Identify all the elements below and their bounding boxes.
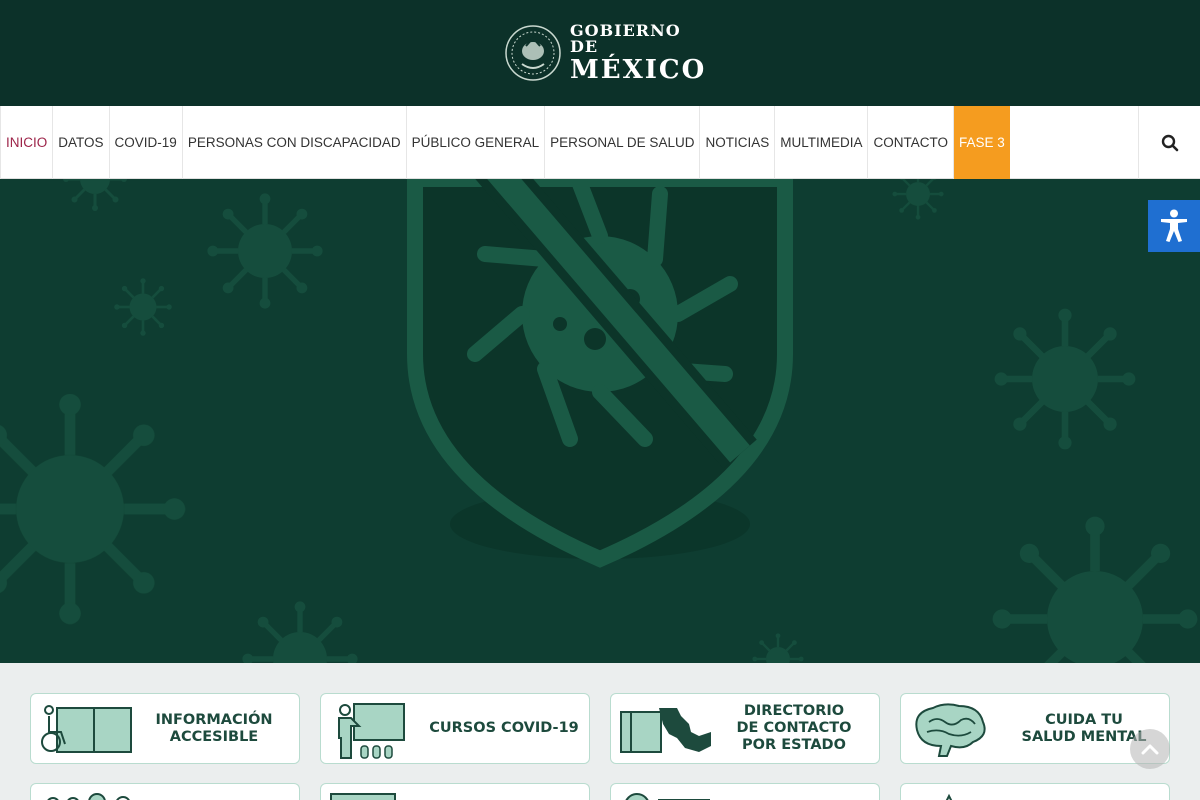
quick-link-label: DIRECTORIO DE CONTACTO POR ESTADO bbox=[736, 703, 852, 753]
logo-wordmark: GOBIERNO DE MÉXICO bbox=[570, 21, 707, 85]
top-header: GOBIERNO DE MÉXICO bbox=[0, 0, 1200, 106]
quick-links-section: INFORMACIÓN ACCESIBLE CURSOS COVID-19 DI… bbox=[0, 663, 1200, 800]
nav-list: INICIO DATOS COVID-19 PERSONAS CON DISCA… bbox=[0, 106, 1010, 179]
people-icon bbox=[47, 793, 130, 800]
wheelchair-book-icon bbox=[41, 705, 132, 753]
nav-item-inicio[interactable]: INICIO bbox=[0, 106, 52, 179]
quick-link-label: CURSOS COVID-19 bbox=[429, 720, 579, 737]
logo-line1: GOBIERNO DE bbox=[570, 21, 681, 56]
triangle-icon bbox=[945, 793, 953, 800]
accessibility-button[interactable] bbox=[1148, 200, 1200, 252]
quick-link-directorio[interactable]: DIRECTORIO DE CONTACTO POR ESTADO bbox=[610, 693, 880, 764]
main-navigation: INICIO DATOS COVID-19 PERSONAS CON DISCA… bbox=[0, 106, 1200, 179]
coat-of-arms-icon bbox=[505, 25, 561, 81]
quick-link-row2-4[interactable] bbox=[900, 783, 1170, 800]
nav-item-personas-con-discapacidad[interactable]: PERSONAS CON DISCAPACIDAD bbox=[181, 106, 406, 179]
logo-line2: MÉXICO bbox=[570, 55, 707, 85]
chat-icon bbox=[625, 793, 710, 800]
quick-link-row2-3[interactable] bbox=[610, 783, 880, 800]
hero-banner bbox=[0, 179, 1200, 663]
quick-link-cursos-covid-19[interactable]: CURSOS COVID-19 bbox=[320, 693, 590, 764]
nav-item-covid-19[interactable]: COVID-19 bbox=[108, 106, 182, 179]
nav-item-noticias[interactable]: NOTICIAS bbox=[699, 106, 774, 179]
back-to-top-button[interactable] bbox=[1130, 729, 1170, 769]
gobierno-de-mexico-logo[interactable]: GOBIERNO DE MÉXICO bbox=[504, 23, 704, 83]
quick-link-label: INFORMACIÓN ACCESIBLE bbox=[155, 711, 273, 745]
accessibility-icon bbox=[1161, 209, 1187, 242]
document-icon bbox=[330, 793, 396, 800]
nav-item-personal-de-salud[interactable]: PERSONAL DE SALUD bbox=[544, 106, 699, 179]
search-button[interactable] bbox=[1138, 106, 1200, 179]
quick-link-row2-2[interactable] bbox=[320, 783, 590, 800]
hero-illustration bbox=[0, 179, 1200, 663]
chevron-up-icon bbox=[1141, 744, 1159, 755]
nav-item-datos[interactable]: DATOS bbox=[52, 106, 108, 179]
map-directory-icon bbox=[620, 708, 711, 753]
brain-icon bbox=[915, 703, 986, 757]
nav-item-multimedia[interactable]: MULTIMEDIA bbox=[774, 106, 867, 179]
nav-item-fase-3[interactable]: FASE 3 bbox=[953, 106, 1010, 179]
quick-link-informacion-accesible[interactable]: INFORMACIÓN ACCESIBLE bbox=[30, 693, 300, 764]
nav-item-publico-general[interactable]: PÚBLICO GENERAL bbox=[405, 106, 545, 179]
search-icon bbox=[1161, 134, 1178, 151]
nav-item-contacto[interactable]: CONTACTO bbox=[867, 106, 953, 179]
teacher-board-icon bbox=[338, 703, 405, 759]
quick-link-row2-1[interactable] bbox=[30, 783, 300, 800]
